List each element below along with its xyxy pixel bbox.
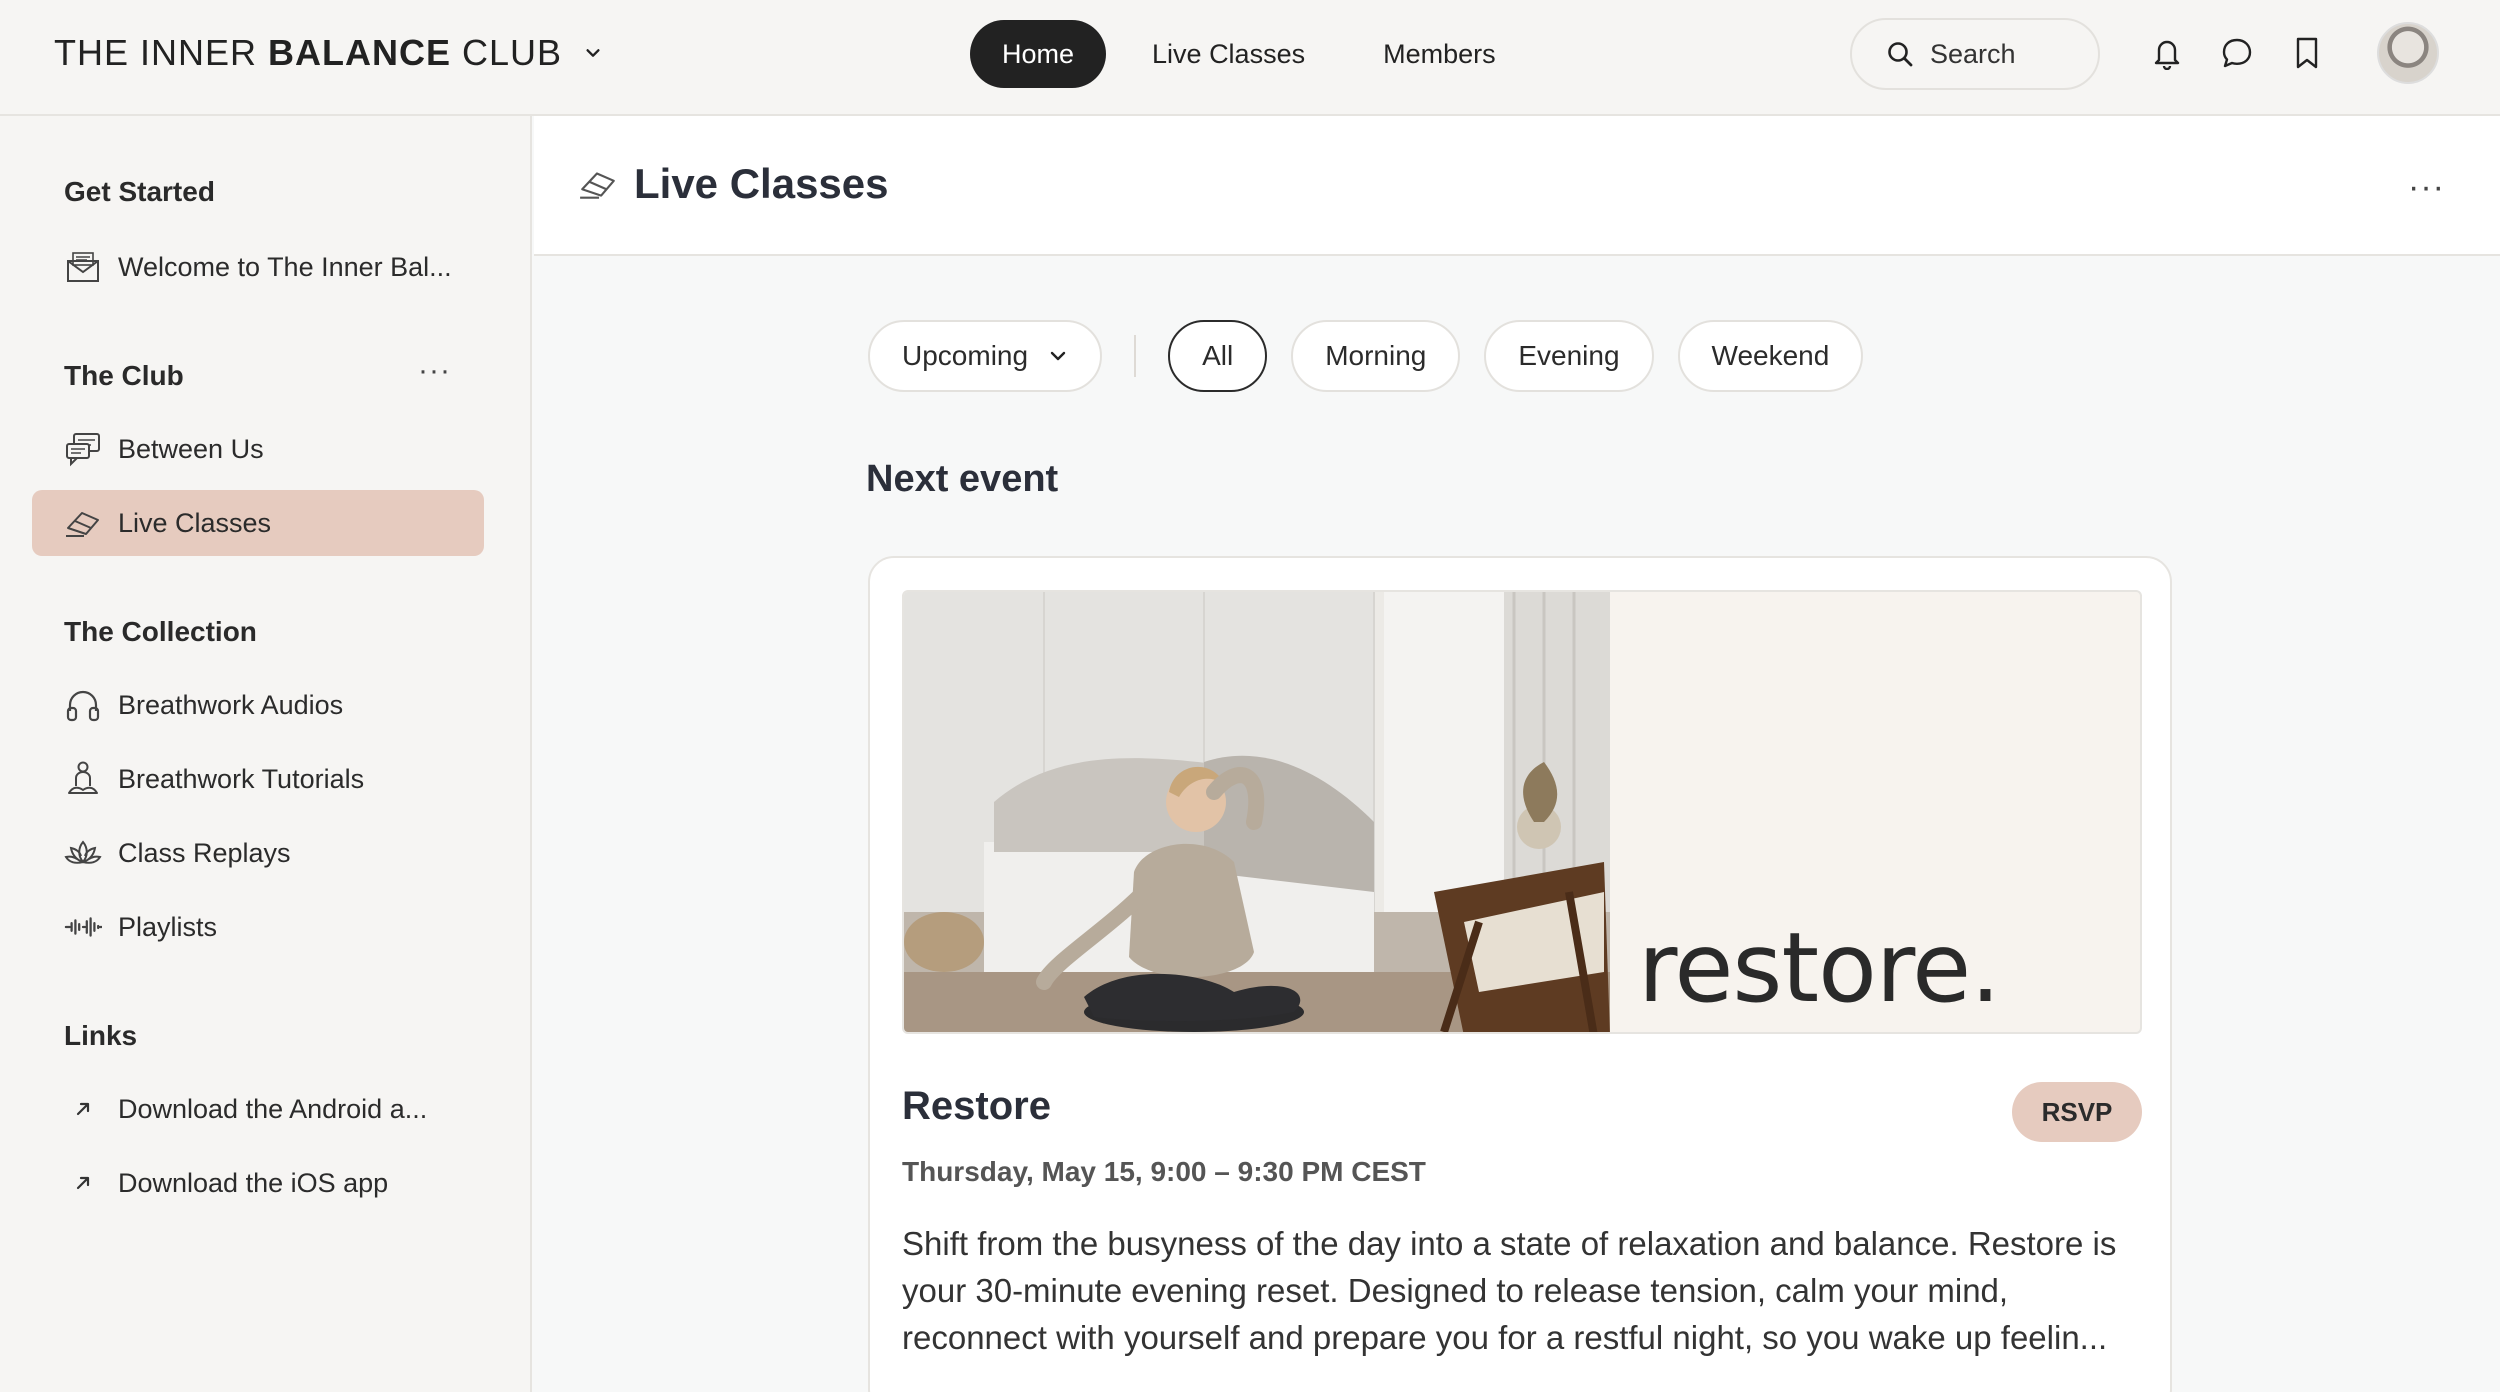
filter-evening[interactable]: Evening <box>1484 320 1654 392</box>
filter-weekend[interactable]: Weekend <box>1677 320 1864 392</box>
eraser-icon <box>578 168 618 205</box>
nav-members[interactable]: Members <box>1351 20 1528 88</box>
search-button[interactable]: Search <box>1850 18 2100 90</box>
chat-bubbles-icon <box>64 430 102 468</box>
filter-all[interactable]: All <box>1168 320 1268 392</box>
sidebar: Get Started Welcome to The Inner Bal... … <box>0 116 532 1392</box>
search-label: Search <box>1930 38 2016 69</box>
event-filters: Upcoming All Morning Evening Weekend <box>868 320 1887 392</box>
avatar[interactable] <box>2377 22 2439 84</box>
bell-icon[interactable] <box>2150 34 2184 72</box>
event-date: Thursday, May 15, 9:00 – 9:30 PM CEST <box>902 1156 1426 1187</box>
sidebar-item-between-us[interactable]: Between Us <box>32 416 484 482</box>
sidebar-item-label: Live Classes <box>118 507 272 538</box>
sidebar-section-the-collection: The Collection <box>64 616 257 647</box>
chevron-down-icon <box>586 49 600 57</box>
filter-morning[interactable]: Morning <box>1291 320 1461 392</box>
sidebar-item-label: Breathwork Audios <box>118 689 344 720</box>
sidebar-item-label: Download the iOS app <box>118 1167 389 1198</box>
search-icon <box>1888 42 1913 67</box>
sidebar-item-playlists[interactable]: Playlists <box>32 894 484 960</box>
sidebar-section-the-club: The Club <box>64 360 184 391</box>
meditation-icon <box>64 760 102 798</box>
sidebar-item-breathwork-tutorials[interactable]: Breathwork Tutorials <box>32 746 484 812</box>
the-club-more-button[interactable]: ··· <box>418 354 451 388</box>
sidebar-item-label: Playlists <box>118 911 218 942</box>
external-arrow-icon <box>64 1164 102 1202</box>
sidebar-section-get-started: Get Started <box>64 176 215 207</box>
next-event-heading: Next event <box>866 458 1059 500</box>
banner-wordmark: restore. <box>1638 912 2001 1024</box>
lotus-icon <box>64 834 102 872</box>
page-title: Live Classes <box>634 160 889 207</box>
sidebar-item-welcome[interactable]: Welcome to The Inner Bal... <box>32 234 484 300</box>
sidebar-item-live-classes[interactable]: Live Classes <box>32 490 484 556</box>
sidebar-item-label: Welcome to The Inner Bal... <box>118 251 452 282</box>
nav-live-classes[interactable]: Live Classes <box>1120 20 1337 88</box>
envelope-icon <box>64 248 102 286</box>
upcoming-dropdown[interactable]: Upcoming <box>868 320 1103 392</box>
page-more-button[interactable]: ··· <box>2408 168 2445 207</box>
eraser-icon <box>64 504 102 542</box>
sidebar-item-label: Between Us <box>118 433 264 464</box>
sidebar-section-links: Links <box>64 1020 138 1051</box>
nav-home[interactable]: Home <box>970 20 1107 88</box>
sidebar-item-breathwork-audios[interactable]: Breathwork Audios <box>32 672 484 738</box>
sidebar-link-ios-app[interactable]: Download the iOS app <box>32 1150 484 1216</box>
header-icons <box>2150 34 2324 72</box>
external-arrow-icon <box>64 1090 102 1128</box>
chevron-down-icon <box>1050 351 1066 361</box>
headphones-icon <box>64 686 102 724</box>
soundwave-icon <box>64 908 102 946</box>
event-banner[interactable]: restore. <box>902 590 2142 1034</box>
top-header: THE INNER BALANCE CLUB Home Live Classes… <box>0 0 2500 116</box>
bookmark-icon[interactable] <box>2290 34 2324 72</box>
rsvp-button[interactable]: RSVP <box>2012 1082 2142 1142</box>
main-nav: Home Live Classes Members <box>970 20 1528 88</box>
event-banner-photo <box>904 592 1610 1032</box>
brand-bold: BALANCE <box>268 32 452 73</box>
brand-switcher[interactable]: THE INNER BALANCE CLUB <box>54 32 602 74</box>
sidebar-link-android-app[interactable]: Download the Android a... <box>32 1076 484 1142</box>
event-card[interactable]: restore. Restore RSVP Thursday, May 15, … <box>868 556 2172 1392</box>
event-description: Shift from the busyness of the day into … <box>902 1225 2117 1356</box>
brand-prefix: THE INNER <box>54 32 269 73</box>
brand-suffix: CLUB <box>451 32 563 73</box>
filter-divider <box>1134 335 1137 377</box>
sidebar-item-class-replays[interactable]: Class Replays <box>32 820 484 886</box>
sidebar-item-label: Breathwork Tutorials <box>118 763 365 794</box>
sidebar-item-label: Download the Android a... <box>118 1093 428 1124</box>
dropdown-label: Upcoming <box>902 340 1029 371</box>
event-title[interactable]: Restore <box>902 1084 1051 1129</box>
sidebar-item-label: Class Replays <box>118 837 291 868</box>
page-header: Live Classes ··· <box>534 116 2500 256</box>
chat-icon[interactable] <box>2220 34 2254 72</box>
